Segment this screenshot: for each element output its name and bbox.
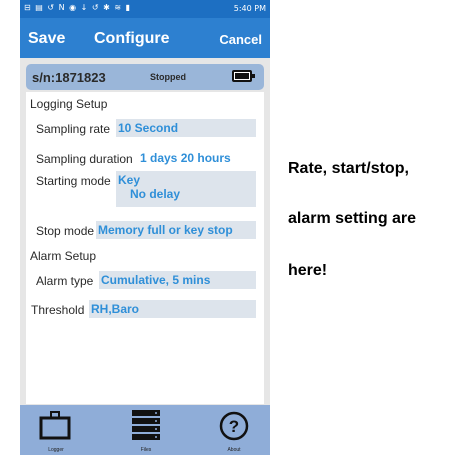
nav-files[interactable]: Files	[116, 405, 176, 455]
nav-about-label: About	[227, 447, 241, 453]
save-button[interactable]: Save	[28, 30, 65, 48]
device-serial: s/n:1871823	[32, 70, 106, 85]
title-bar: Save Configure Cancel	[20, 18, 270, 58]
threshold-field[interactable]: RH,Baro	[89, 300, 256, 318]
status-icons: ⊟ ▤ ↺ N ◉ ↓ ↺ ✱ ≋ ▮	[24, 3, 132, 12]
stop-mode-label: Stop mode	[36, 224, 95, 238]
annotation-line-1: Rate, start/stop,	[288, 160, 409, 177]
cancel-button[interactable]: Cancel	[219, 32, 262, 47]
nav-files-label: Files	[140, 447, 152, 453]
status-bar: ⊟ ▤ ↺ N ◉ ↓ ↺ ✱ ≋ ▮ 5:40 PM	[20, 0, 270, 18]
svg-text:?: ?	[229, 417, 239, 436]
alarm-type-label: Alarm type	[36, 274, 94, 288]
logging-setup-heading: Logging Setup	[30, 97, 108, 111]
phone-screen: ⊟ ▤ ↺ N ◉ ↓ ↺ ✱ ≋ ▮ 5:40 PM Save Configu…	[20, 0, 270, 455]
settings-panel: Logging Setup Sampling rate 10 Second Sa…	[26, 92, 264, 404]
nav-logger[interactable]: Logger	[26, 405, 86, 455]
annotation-line-2: alarm setting are	[288, 210, 417, 227]
annotation-line-3: here!	[288, 262, 328, 279]
sampling-rate-field[interactable]: 10 Second	[116, 119, 256, 137]
starting-mode-trigger: Key	[118, 173, 141, 187]
starting-mode-label: Starting mode	[36, 174, 111, 188]
sampling-rate-label: Sampling rate	[36, 122, 111, 136]
files-icon	[132, 410, 160, 440]
alarm-type-field[interactable]: Cumulative, 5 mins	[99, 271, 256, 289]
nav-about[interactable]: ? About	[204, 405, 264, 455]
nav-logger-label: Logger	[48, 447, 64, 453]
help-icon: ?	[219, 411, 249, 441]
threshold-label: Threshold	[31, 303, 85, 317]
bottom-nav: Logger Files ? About	[20, 405, 270, 455]
starting-mode-field[interactable]: Key No delay	[116, 171, 256, 207]
alarm-setup-heading: Alarm Setup	[30, 249, 97, 263]
status-time: 5:40 PM	[233, 4, 266, 13]
battery-icon	[232, 70, 255, 82]
stop-mode-field[interactable]: Memory full or key stop	[96, 221, 256, 239]
device-bar: s/n:1871823 Stopped	[26, 64, 264, 90]
starting-mode-delay: No delay	[130, 187, 181, 201]
device-status: Stopped	[150, 72, 186, 82]
logger-icon	[39, 411, 71, 440]
sampling-duration-label: Sampling duration	[36, 152, 133, 166]
sampling-duration-field[interactable]: 1 days 20 hours	[138, 149, 258, 167]
page-title: Configure	[94, 30, 170, 47]
